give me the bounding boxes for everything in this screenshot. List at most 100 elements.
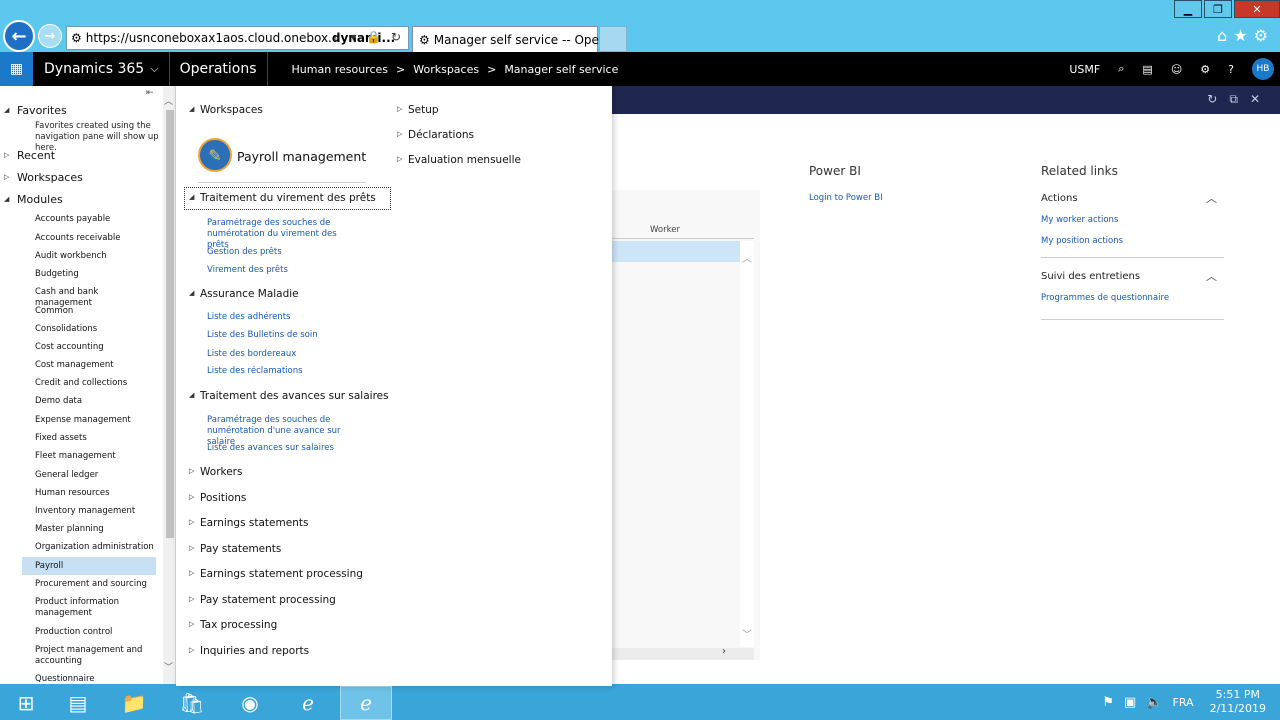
group-pay-statements[interactable]: ▷ Pay statements [189, 543, 281, 555]
internet-explorer-icon[interactable]: ℯ [282, 686, 334, 720]
flag-icon[interactable]: ⚑ [1102, 695, 1114, 710]
module-item[interactable]: Product information management [35, 597, 155, 619]
menu-link[interactable]: Liste des Bulletins de soin [207, 330, 318, 341]
group-evaluation-mensuelle[interactable]: ▷ Evaluation mensuelle [397, 154, 521, 166]
pin-icon[interactable]: ⇤ [146, 88, 154, 98]
grid-selected-row[interactable] [612, 241, 740, 262]
worker-column-header[interactable]: Worker [650, 225, 680, 235]
payroll-workspace-icon[interactable]: ✎ [198, 138, 232, 172]
scroll-up-icon[interactable]: ︿ [742, 250, 752, 265]
module-item[interactable]: Cost management [35, 360, 155, 371]
menu-link[interactable]: Gestion des prêts [207, 247, 282, 258]
server-manager-icon[interactable]: ▤ [52, 686, 104, 720]
scroll-down-icon[interactable]: ﹀ [164, 660, 173, 673]
breadcrumb-item[interactable]: Manager self service [504, 63, 618, 76]
language-indicator[interactable]: FRA [1173, 696, 1194, 709]
module-title[interactable]: Operations [180, 61, 257, 77]
group-assurance-maladie[interactable]: ◢ Assurance Maladie [189, 288, 299, 300]
module-item[interactable]: Human resources [35, 488, 155, 499]
popout-icon[interactable]: ⧉ [1229, 92, 1250, 106]
module-item[interactable]: Budgeting [35, 269, 155, 280]
breadcrumb-item[interactable]: Workspaces [413, 63, 479, 76]
module-item[interactable]: Accounts payable [35, 214, 155, 225]
group-earnings-statement-processing[interactable]: ▷ Earnings statement processing [189, 568, 363, 580]
module-item[interactable]: Fleet management [35, 451, 155, 462]
app-launcher-icon[interactable]: ▦ [0, 52, 33, 86]
programmes-questionnaire-link[interactable]: Programmes de questionnaire [1041, 293, 1169, 303]
module-item[interactable]: Consolidations [35, 324, 155, 335]
network-icon[interactable]: ▣ [1124, 695, 1136, 710]
close-icon[interactable]: ✕ [1250, 92, 1272, 106]
chevron-up-icon[interactable]: ︿ [1206, 190, 1217, 206]
my-worker-actions-link[interactable]: My worker actions [1041, 215, 1118, 225]
group-setup[interactable]: ▷ Setup [397, 104, 439, 116]
module-item[interactable]: Procurement and sourcing [35, 579, 155, 590]
favorites-star-icon[interactable]: ★ [1233, 26, 1253, 45]
minimize-icon[interactable]: ▁ [1174, 0, 1202, 18]
company-picker[interactable]: USMF [1069, 63, 1100, 76]
store-icon[interactable]: 🛍 [166, 686, 218, 720]
group-avances-salaires[interactable]: ◢ Traitement des avances sur salaires [189, 390, 389, 402]
chevron-up-icon[interactable]: ︿ [1206, 268, 1217, 284]
message-icon[interactable]: ▤ [1142, 63, 1152, 76]
group-workers[interactable]: ▷ Workers [189, 466, 242, 478]
module-item[interactable]: Master planning [35, 524, 155, 535]
nav-recent[interactable]: ▷ Recent [4, 149, 55, 162]
menu-link[interactable]: Virement des prêts [207, 265, 288, 276]
help-icon[interactable]: ? [1228, 63, 1234, 76]
search-icon[interactable]: ⌕ [1118, 62, 1124, 76]
forward-arrow-icon[interactable]: → [38, 24, 62, 48]
chevron-down-icon[interactable]: ⌵ [150, 62, 158, 76]
module-item-payroll[interactable]: Payroll [35, 561, 155, 572]
nav-favorites[interactable]: ◢ Favorites [4, 104, 67, 117]
internet-explorer-active-icon[interactable]: ℯ [340, 686, 392, 720]
nav-scrollbar-thumb[interactable] [166, 110, 174, 538]
home-icon[interactable]: ⌂ [1217, 26, 1233, 45]
address-bar[interactable]: ⚙ https://usnconeboxax1aos.cloud.onebox.… [66, 26, 409, 50]
module-item[interactable]: Common [35, 306, 155, 317]
browser-tab[interactable]: ⚙ Manager self service -- Ope... × [412, 26, 620, 52]
my-position-actions-link[interactable]: My position actions [1041, 236, 1123, 246]
module-item[interactable]: Demo data [35, 396, 155, 407]
group-traitement-virement[interactable]: ◢ Traitement du virement des prêts [189, 192, 376, 204]
flyout-workspaces[interactable]: ◢ Workspaces [189, 104, 263, 116]
menu-link[interactable]: Liste des avances sur salaires [207, 443, 334, 454]
brand-title[interactable]: Dynamics 365 [44, 61, 144, 77]
module-item[interactable]: Production control [35, 627, 155, 638]
module-item[interactable]: Project management and accounting [35, 645, 155, 667]
powerbi-login-link[interactable]: Login to Power BI [809, 193, 883, 203]
suivi-group-title[interactable]: Suivi des entretiens [1041, 271, 1140, 282]
address-tools-icon[interactable]: ⌕ ▾ 🔒 ↻ [334, 30, 404, 45]
payroll-management-tile[interactable]: Payroll management [237, 149, 366, 164]
module-item[interactable]: Cost accounting [35, 342, 155, 353]
back-arrow-icon[interactable]: ← [3, 20, 35, 52]
smiley-icon[interactable]: ☺ [1171, 63, 1182, 76]
module-item[interactable]: Credit and collections [35, 378, 155, 389]
module-item[interactable]: Organization administration [35, 542, 155, 553]
avatar[interactable]: HB [1252, 58, 1274, 80]
module-item[interactable]: Audit workbench [35, 251, 155, 262]
settings-gear-icon[interactable]: ⚙ [1200, 63, 1210, 76]
new-tab-button[interactable] [599, 26, 627, 52]
group-tax-processing[interactable]: ▷ Tax processing [189, 619, 277, 631]
module-item[interactable]: Accounts receivable [35, 233, 155, 244]
refresh-icon[interactable]: ↻ [1207, 92, 1229, 106]
settings-gear-icon[interactable]: ⚙ [1254, 26, 1274, 45]
group-inquiries-reports[interactable]: ▷ Inquiries and reports [189, 645, 309, 657]
module-item[interactable]: General ledger [35, 470, 155, 481]
breadcrumb-item[interactable]: Human resources [292, 63, 388, 76]
module-item[interactable]: Inventory management [35, 506, 155, 517]
group-positions[interactable]: ▷ Positions [189, 492, 246, 504]
grid-horizontal-scrollbar[interactable] [612, 648, 754, 660]
grid-scrollbar[interactable] [740, 241, 754, 647]
group-pay-statement-processing[interactable]: ▷ Pay statement processing [189, 594, 336, 606]
chrome-icon[interactable]: ◉ [224, 686, 276, 720]
module-item[interactable]: Fixed assets [35, 433, 155, 444]
volume-icon[interactable]: 🔈 [1146, 695, 1162, 710]
maximize-icon[interactable]: ❐ [1204, 0, 1232, 18]
module-item[interactable]: Expense management [35, 415, 155, 426]
nav-modules[interactable]: ◢ Modules [4, 193, 63, 206]
actions-group-title[interactable]: Actions [1041, 193, 1078, 204]
nav-workspaces[interactable]: ▷ Workspaces [4, 171, 83, 184]
clock[interactable]: 5:51 PM 2/11/2019 [1210, 688, 1266, 716]
